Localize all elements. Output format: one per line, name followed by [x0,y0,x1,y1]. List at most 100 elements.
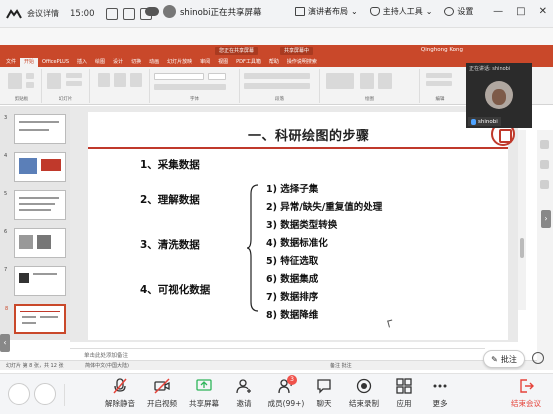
slide-thumbnails-pane: 3 4 5 6 7 8 [0,106,70,340]
substep-7: 7) 数据排序 [266,292,319,303]
tab-search[interactable]: 操作说明搜索 [283,58,321,67]
layout-icon[interactable] [66,73,82,78]
side-tool-icon[interactable] [540,140,549,149]
ppt-user-name: Qinghong Kong [420,47,463,53]
align-buttons[interactable] [244,83,310,89]
pen-icon: ✎ [491,354,498,364]
slide-thumbnail[interactable]: 5 [4,190,66,220]
meeting-time: 15:00 [70,8,95,19]
tab-design[interactable]: 设计 [109,58,127,67]
chat-button[interactable]: 聊天 [302,378,346,409]
ppt-title-bar: 您正在共享屏幕 共享屏幕中 Qinghong Kong [0,45,553,57]
template-icon-1[interactable] [98,73,110,87]
expand-right-arrow-icon[interactable]: › [541,210,551,228]
meeting-details-link[interactable]: 会议详情 [27,8,59,19]
sharer-avatar [163,5,176,18]
new-slide-icon[interactable] [47,73,61,89]
share-screen-icon [196,378,212,394]
mouse-cursor-icon [387,319,394,328]
substep-5: 5) 特征选取 [266,256,319,267]
maximize-button[interactable]: □ [516,6,525,17]
share-screen-button[interactable]: 共享屏幕 [182,378,226,409]
invite-icon [236,378,252,394]
speaker-layout-button[interactable]: 演讲者布局 ⌄ [295,6,358,17]
slide-scrollbar[interactable] [518,130,526,310]
shield-icon [369,7,380,16]
tab-officeplus[interactable]: OfficePLUS [38,58,73,67]
host-tools-button[interactable]: 主持人工具 ⌄ [369,6,432,17]
invite-button[interactable]: 邀请 [222,378,266,409]
close-button[interactable]: ✕ [539,6,547,17]
slide-thumbnail[interactable]: 7 [4,266,66,296]
find-icon[interactable] [426,73,452,78]
copy-icon[interactable] [26,82,34,88]
settings-button[interactable]: 设置 [444,6,473,17]
reset-icon[interactable] [66,81,82,86]
arrange-icon[interactable] [360,73,374,89]
tab-view[interactable]: 视图 [214,58,232,67]
replace-icon[interactable] [426,81,452,86]
slide-thumbnail[interactable]: 4 [4,152,66,182]
side-tool-icon[interactable] [540,180,549,189]
end-recording-button[interactable]: 结束录制 [342,378,386,409]
mute-button[interactable]: 解除静音 [98,378,142,409]
substep-3: 3) 数据类型转换 [266,220,338,231]
tab-draw[interactable]: 绘图 [91,58,109,67]
shapes-gallery[interactable] [326,73,354,89]
notes-placeholder: 单击此处添加备注 [84,353,129,359]
apps-icon [396,378,412,394]
signal-icon[interactable] [105,7,118,20]
template-icon-2[interactable] [114,73,126,87]
zoom-icon[interactable] [532,352,544,364]
slide-editor-area: 一、科研绘图的步骤 1、采集数据 2、理解数据 3、清洗数据 4、可视化数据 1… [70,106,518,342]
cut-icon[interactable] [26,73,34,79]
end-meeting-button[interactable]: 结束会议 [504,378,548,409]
ribbon-group-drawing: 绘图 [320,69,420,103]
side-tool-icon[interactable] [540,160,549,169]
tab-insert[interactable]: 插入 [73,58,91,67]
tab-pdf[interactable]: PDF工具箱 [232,58,265,67]
scroll-thumb[interactable] [520,238,524,258]
font-name-select[interactable] [154,73,204,80]
substep-6: 6) 数据集成 [266,274,319,285]
members-icon: 3 [278,375,297,394]
substep-4: 4) 数据标准化 [266,238,328,249]
expand-left-arrow-icon[interactable]: ‹ [0,334,10,352]
paste-icon[interactable] [8,73,22,89]
tab-review[interactable]: 审阅 [196,58,214,67]
speaking-indicator: 正在讲话: shinobi [469,65,511,72]
quick-styles-icon[interactable] [378,73,392,89]
minimize-button[interactable]: — [493,6,503,17]
list-buttons[interactable] [244,73,310,79]
notes-pane[interactable]: 单击此处添加备注 [70,348,485,359]
tab-transitions[interactable]: 切换 [127,58,145,67]
font-format-buttons[interactable] [154,84,226,90]
annotate-button[interactable]: ✎ 批注 [483,350,525,368]
tab-home[interactable]: 开始 [20,58,39,67]
emoji-button[interactable] [8,383,30,405]
slide-thumbnail-selected[interactable]: 8 [5,304,66,334]
substep-8: 8) 数据降维 [266,310,319,321]
slide-thumbnail[interactable]: 6 [4,228,66,258]
sharer-status-text: shinobi正在共享屏幕 [180,7,262,18]
template-icon-3[interactable] [130,73,142,87]
tab-help[interactable]: 帮助 [265,58,283,67]
share-pill-1: 您正在共享屏幕 [215,47,259,55]
slide-thumbnail[interactable]: 3 [4,114,66,144]
video-button[interactable]: 开启视频 [140,378,184,409]
video-off-icon [154,378,170,394]
ribbon-group-editing: 编辑 [420,69,460,103]
window-icon[interactable] [122,7,135,20]
raise-hand-button[interactable] [34,383,56,405]
notes-comments-toggle[interactable]: 备注 批注 [330,362,352,369]
speaker-video-tile[interactable]: 正在讲话: shinobi shinobi [466,63,532,128]
curly-brace-icon [246,184,259,312]
ribbon-group-slides: 幻灯片 [42,69,90,103]
tab-slideshow[interactable]: 幻灯片放映 [163,58,196,67]
current-slide[interactable]: 一、科研绘图的步骤 1、采集数据 2、理解数据 3、清洗数据 4、可视化数据 1… [88,112,515,340]
tab-animations[interactable]: 动画 [145,58,163,67]
font-size-select[interactable] [208,73,226,80]
substep-1: 1) 选择子集 [266,184,319,195]
tab-file[interactable]: 文件 [2,58,20,67]
more-button[interactable]: 更多 [418,378,462,409]
